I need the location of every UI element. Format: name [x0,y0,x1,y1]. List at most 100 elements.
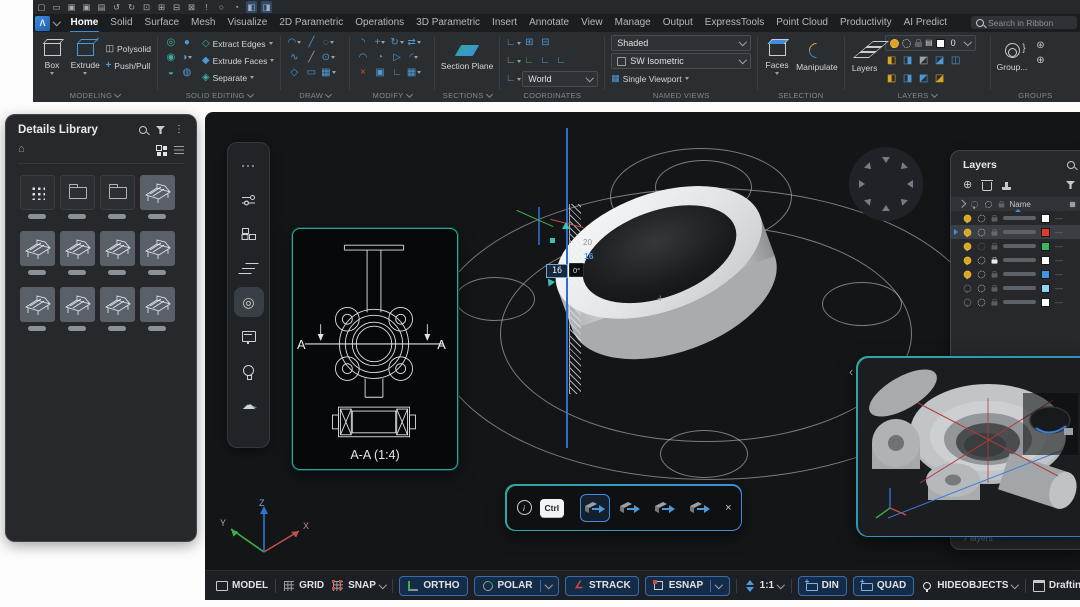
hideobjects-toggle[interactable]: HIDEOBJECTS [920,578,1019,594]
orbit-arrow-icon[interactable] [882,157,890,163]
polygon-tool-icon[interactable]: ◇ [287,66,301,79]
layer-visibility-icon[interactable] [964,270,972,278]
visual-styles-icon[interactable]: ◎ [234,287,264,317]
library-folder-tile[interactable] [100,175,133,219]
library-model-tile[interactable] [20,287,53,331]
polar-toggle[interactable]: POLAR [474,576,560,596]
layer-freeze-icon[interactable] [978,270,986,278]
library-model-tile[interactable] [60,287,93,331]
dynamic-input-field[interactable]: 16 [546,264,568,278]
ungroup-icon[interactable]: ⊛ [1033,39,1047,52]
circle-tool-icon[interactable]: ⊙ [321,51,335,64]
ucs-origin-icon[interactable]: ∟ [506,55,520,68]
group-button[interactable]: Group... [997,35,1028,72]
panel-label[interactable]: LAYERS [845,91,990,100]
undo-icon[interactable]: ↺ [111,1,122,13]
filter-icon[interactable] [156,126,165,134]
plot-icon[interactable]: ▤ [96,1,107,13]
layer-row[interactable]: — [951,211,1080,225]
status-divider[interactable] [791,579,792,593]
extrude-arrow-up-icon[interactable] [562,222,570,229]
library-model-tile[interactable] [100,231,133,275]
detail-3d-preview-inset[interactable] [856,356,1080,537]
status-divider[interactable] [1025,579,1026,593]
layer-visibility-icon[interactable] [964,298,972,306]
spline-tool-icon[interactable]: ∿ [287,51,301,64]
tab-operations[interactable]: Operations [354,13,405,33]
mirror-icon[interactable]: ⇄ [407,36,421,49]
extrude-mode-4[interactable] [685,494,715,522]
layer-lock-icon[interactable]: ◪ [933,55,947,68]
layer-lock-icon[interactable] [992,217,998,221]
tab-home[interactable]: Home [70,13,100,33]
expand-all-icon[interactable] [958,200,966,208]
layer-thaw-icon[interactable]: ◩ [917,73,931,86]
tab-ai-predict[interactable]: AI Predict [903,13,948,33]
group-edit-icon[interactable]: ⊕ [1033,54,1047,67]
ucs-object-icon[interactable]: ∟ [554,55,568,68]
layer-lock-icon[interactable] [992,273,998,277]
polysolid-button[interactable]: ◫Polysolid [105,41,151,56]
layer-color-swatch[interactable] [1041,284,1050,293]
balloon-icon[interactable] [234,355,264,385]
ucs-world-icon[interactable]: ⊞ [522,37,536,50]
separate-button[interactable]: ◈Separate [202,70,275,85]
check-icon[interactable]: ◍ [180,66,194,79]
layer-row[interactable]: — [951,295,1080,309]
esnap-toggle[interactable]: ESNAP [645,576,730,596]
layer-freeze-icon[interactable] [978,228,986,236]
layer-off-icon[interactable]: ◧ [885,73,899,86]
hatch-tool-icon[interactable]: ▦ [321,66,335,79]
polyline-tool-icon[interactable]: ╱ [304,36,318,49]
tab-annotate[interactable]: Annotate [528,13,570,33]
layer-freeze-icon[interactable] [978,242,986,250]
layer-visibility-icon[interactable] [964,242,972,250]
list-view-icon[interactable] [174,145,184,154]
panel-label[interactable]: DRAW [281,91,349,100]
layer-row[interactable]: — [951,253,1080,267]
library-category-tile[interactable] [20,175,53,219]
layer-freeze-icon[interactable] [978,298,986,306]
layer-visibility-icon[interactable] [964,228,972,236]
layer-isolate-icon[interactable]: ◨ [901,55,915,68]
orbit-arrow-icon[interactable] [907,180,913,188]
tab-solid[interactable]: Solid [109,13,133,33]
tab-surface[interactable]: Surface [144,13,180,33]
layer-row[interactable]: — [951,239,1080,253]
copy-icon[interactable]: ⊞ [156,1,167,13]
layer-lock-icon[interactable] [992,301,998,305]
layer-freeze-icon[interactable] [978,214,986,222]
extrude-tool-button[interactable]: Extrude [71,35,99,75]
panel-label[interactable]: SECTIONS [435,91,499,100]
panel-label[interactable]: SOLID EDITING [158,91,281,100]
layer-visibility-icon[interactable] [964,284,972,292]
app-menu-chevron-icon[interactable] [53,18,61,26]
intersect-icon[interactable]: ◉ [164,51,178,64]
library-model-tile[interactable] [20,231,53,275]
collapse-inset-icon[interactable]: ‹ [849,364,853,379]
layer-state-icon[interactable]: ◧ [885,55,899,68]
orbit-arrow-icon[interactable] [898,162,908,172]
layer-color-swatch[interactable] [1041,298,1050,307]
ucs-previous-icon[interactable]: ⊟ [538,37,552,50]
model-viewport[interactable]: 20 16 16 0° + ◎☁ [205,112,1080,600]
layer-row[interactable]: — [951,225,1080,239]
drafting-menu[interactable]: Drafting [1032,578,1080,594]
save-icon[interactable]: ▣ [66,1,77,13]
explode-icon[interactable]: ▣ [373,66,387,79]
pushpull-button[interactable]: +Push/Pull [105,58,151,73]
section-plane-button[interactable]: Section Plane [441,35,493,71]
status-divider[interactable] [392,579,393,593]
move-icon[interactable]: + [373,36,387,49]
layer-freeze-icon[interactable]: ◩ [917,55,931,68]
kebab-menu-icon[interactable]: ⋮ [174,125,184,135]
orbit-arrow-icon[interactable] [898,196,908,206]
extract-edges-button[interactable]: ◇Extract Edges [202,36,275,51]
smooth-icon[interactable]: ◝ [356,36,370,49]
layers-button[interactable]: Layers [851,35,879,73]
faces-select-button[interactable]: Faces [764,35,790,75]
model-toggle[interactable]: MODEL [215,578,269,594]
grip-point[interactable] [550,238,555,243]
din-toggle[interactable]: DIN [798,576,847,596]
grid-view-icon[interactable] [156,145,165,154]
